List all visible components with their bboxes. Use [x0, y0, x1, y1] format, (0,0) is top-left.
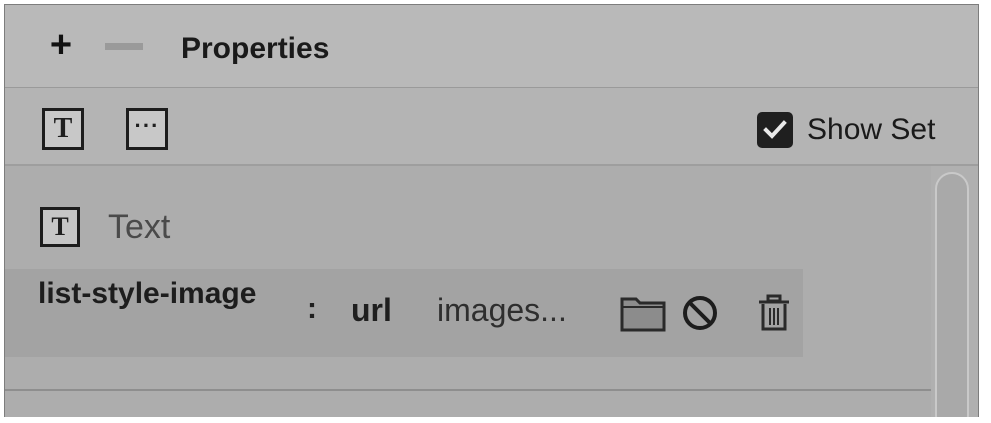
panel-title: Properties [181, 32, 330, 65]
scroll-thumb[interactable] [935, 172, 969, 417]
add-property-button[interactable]: + [41, 25, 81, 65]
property-row[interactable]: list-style-image : url images... [5, 269, 803, 357]
none-icon[interactable] [680, 293, 720, 333]
folder-icon[interactable] [619, 293, 667, 333]
properties-panel: + Properties T ··· Show Set T Text list-… [4, 4, 979, 417]
text-section-icon: T [40, 207, 80, 247]
checkbox-icon[interactable] [757, 112, 793, 148]
property-name: list-style-image [38, 277, 257, 310]
trash-icon[interactable] [754, 293, 794, 333]
panel-header: + Properties [5, 5, 978, 88]
text-properties-icon[interactable]: T [42, 108, 84, 150]
property-value[interactable]: images... [437, 292, 567, 329]
properties-list: T Text list-style-image : url images... [5, 166, 931, 417]
section-label: Text [108, 207, 171, 246]
section-divider [5, 389, 931, 391]
property-colon: : [307, 292, 317, 325]
show-set-toggle[interactable]: Show Set [757, 110, 935, 150]
vertical-scrollbar[interactable] [931, 166, 978, 417]
show-set-label: Show Set [807, 113, 936, 146]
property-value-type[interactable]: url [351, 292, 392, 329]
section-header-text[interactable]: T Text [40, 206, 170, 248]
more-icon[interactable]: ··· [126, 108, 168, 150]
remove-property-button[interactable] [105, 43, 143, 50]
